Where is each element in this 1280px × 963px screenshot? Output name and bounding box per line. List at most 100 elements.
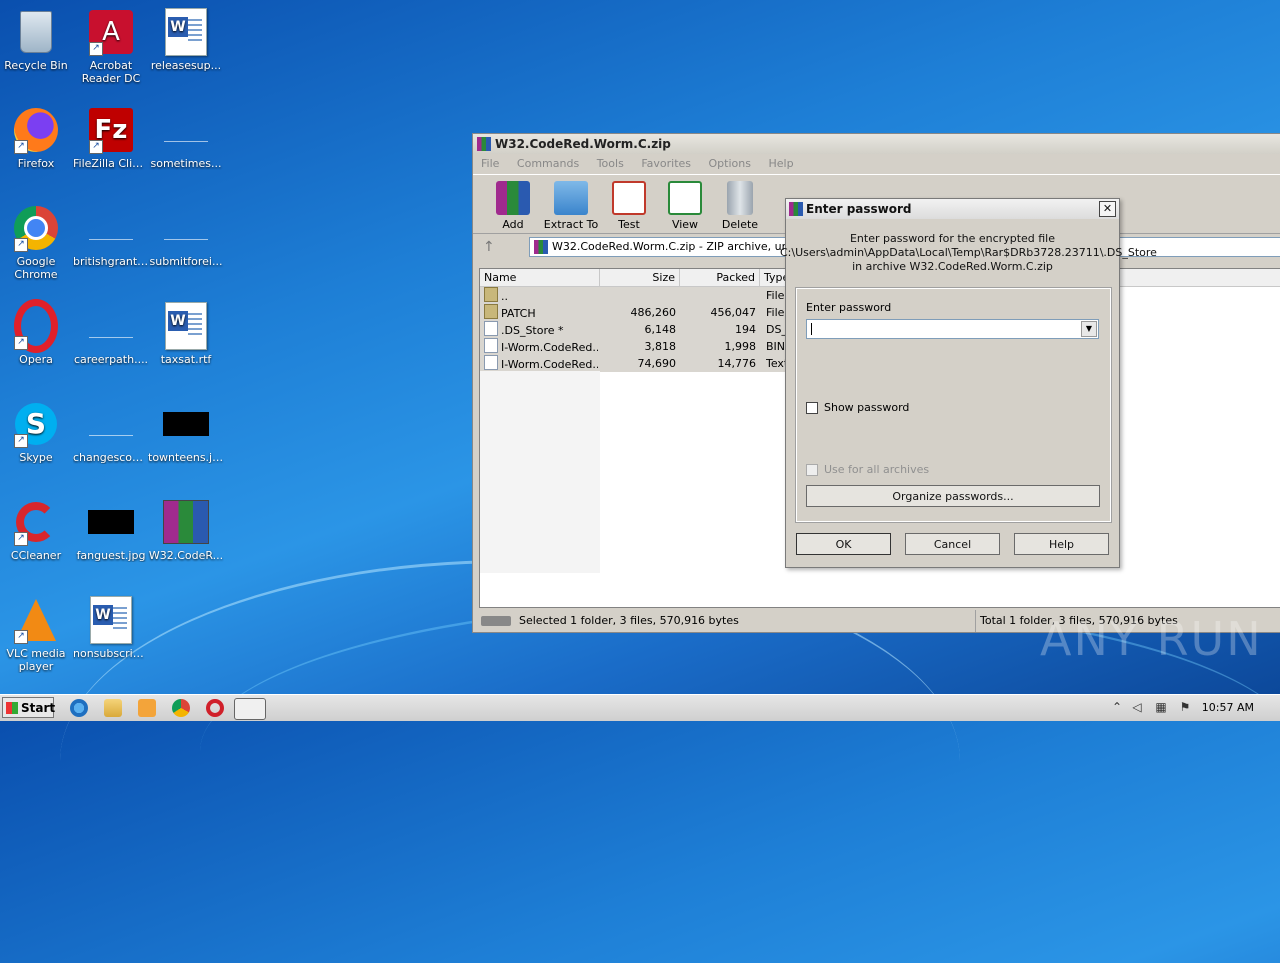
window-title: W32.CodeRed.Worm.C.zip <box>495 137 671 151</box>
opera-icon: ↗ <box>12 299 60 353</box>
organize-passwords-button[interactable]: Organize passwords... <box>806 485 1100 507</box>
desktop-icon-acrobat[interactable]: A ↗ Acrobat Reader DC <box>73 8 149 85</box>
table-row[interactable]: .DS_Store * 6,148 194 DS_Store File <box>480 321 802 338</box>
password-input[interactable]: ▼ <box>806 319 1099 339</box>
menu-file[interactable]: File <box>481 157 499 170</box>
desktop-icon-townteens[interactable]: townteens.jpg <box>148 400 224 464</box>
skype-icon: S ↗ <box>12 400 60 448</box>
folder-icon <box>484 304 498 319</box>
show-password-checkbox[interactable]: Show password <box>806 401 909 414</box>
zip-icon <box>534 240 548 254</box>
winrar-app-icon <box>477 137 491 151</box>
toolbar-test-button[interactable]: Test <box>599 181 659 231</box>
winrar-archive-icon <box>162 498 210 546</box>
table-row[interactable]: .. File folder <box>480 287 802 304</box>
col-size[interactable]: Size <box>600 269 680 286</box>
dialog-message: Enter password for the encrypted file C:… <box>780 232 1157 273</box>
dialog-titlebar[interactable]: Enter password ✕ <box>786 199 1119 219</box>
password-group: Enter password ▼ Show password Use for a… <box>795 287 1112 523</box>
word-doc-icon: W <box>162 302 210 350</box>
blank-file-icon <box>87 400 135 448</box>
enter-password-dialog[interactable]: Enter password ✕ Enter password for the … <box>780 198 1157 568</box>
menu-tools[interactable]: Tools <box>597 157 624 170</box>
desktop-icon-filezilla[interactable]: Fz ↗ FileZilla Client <box>73 106 149 170</box>
list-left-shade <box>480 371 600 573</box>
folder-icon <box>484 287 498 302</box>
start-button[interactable]: Start <box>2 697 55 718</box>
desktop-icon-vlc[interactable]: ↗ VLC media player <box>0 596 74 673</box>
desktop-icon-fanguest[interactable]: fanguest.jpg <box>73 498 149 562</box>
volume-icon[interactable]: ◁ <box>1130 700 1144 714</box>
desktop-icon-nonsubscrib[interactable]: W nonsubscrib... <box>73 596 149 660</box>
col-name[interactable]: Name <box>480 269 600 286</box>
file-icon <box>484 355 498 370</box>
help-button[interactable]: Help <box>1014 533 1109 555</box>
word-doc-icon: W <box>87 596 135 644</box>
firefox-icon: ↗ <box>12 106 60 154</box>
checkbox-box <box>806 463 818 476</box>
blank-file-icon <box>162 106 210 154</box>
desktop-icon-w32-codered[interactable]: W32.CodeR... <box>148 498 224 562</box>
menu-help[interactable]: Help <box>768 157 793 170</box>
status-selected: Selected 1 folder, 3 files, 570,916 byte… <box>519 614 739 627</box>
tray-expand-icon[interactable]: ⌃ <box>1110 700 1124 714</box>
media-player-icon[interactable] <box>138 699 156 717</box>
drive-icon <box>481 616 511 626</box>
vlc-icon: ↗ <box>12 596 60 644</box>
cancel-button[interactable]: Cancel <box>905 533 1000 555</box>
ok-button[interactable]: OK <box>796 533 891 555</box>
toolbar-add-button[interactable]: Add <box>483 181 543 231</box>
chevron-down-icon[interactable]: ▼ <box>1081 321 1097 337</box>
toolbar-extract-button[interactable]: Extract To <box>541 181 601 231</box>
password-label: Enter password <box>806 301 892 314</box>
desktop-icon-submitforei[interactable]: submitforei... <box>148 204 224 268</box>
opera-taskbar-icon[interactable] <box>206 699 224 717</box>
winrar-app-icon <box>789 202 803 216</box>
menu-commands[interactable]: Commands <box>517 157 579 170</box>
winrar-taskbar-icon[interactable] <box>234 698 266 720</box>
desktop-icon-britishgrant[interactable]: britishgrant.... <box>73 204 149 268</box>
taskbar: Start ⌃ ◁ ▦ ⚑ 10:57 AM <box>0 694 1280 721</box>
menu-favorites[interactable]: Favorites <box>641 157 691 170</box>
delete-trash-icon <box>727 181 753 215</box>
filezilla-icon: Fz ↗ <box>87 106 135 154</box>
image-file-icon <box>87 498 135 546</box>
table-row[interactable]: I-Worm.CodeRed... 3,818 1,998 BIN File <box>480 338 802 355</box>
close-icon[interactable]: ✕ <box>1099 201 1116 217</box>
dialog-title: Enter password <box>806 202 912 216</box>
desktop-icon-chrome[interactable]: ↗ Google Chrome <box>0 204 74 281</box>
desktop-icon-changescou[interactable]: changescou... <box>73 400 149 464</box>
desktop-icon-firefox[interactable]: ↗ Firefox <box>0 106 74 170</box>
explorer-icon[interactable] <box>104 699 122 717</box>
checkbox-box <box>806 401 818 414</box>
chrome-taskbar-icon[interactable] <box>172 699 190 717</box>
table-row[interactable]: PATCH 486,260 456,047 File folder <box>480 304 802 321</box>
ccleaner-icon: ↗ <box>12 498 60 546</box>
col-packed[interactable]: Packed <box>680 269 760 286</box>
flag-icon[interactable]: ⚑ <box>1178 700 1192 714</box>
menu-options[interactable]: Options <box>709 157 751 170</box>
toolbar-view-button[interactable]: View <box>655 181 715 231</box>
taskbar-clock[interactable]: 10:57 AM <box>1202 695 1254 720</box>
toolbar-delete-button[interactable]: Delete <box>710 181 770 231</box>
desktop-icon-skype[interactable]: S ↗ Skype <box>0 400 74 464</box>
blank-file-icon <box>162 204 210 252</box>
window-titlebar[interactable]: W32.CodeRed.Worm.C.zip <box>473 134 1280 154</box>
view-book-icon <box>668 181 702 215</box>
desktop-icon-releasesup[interactable]: W releasesup... <box>148 8 224 72</box>
ie-icon[interactable] <box>70 699 88 717</box>
up-arrow-icon[interactable]: ↑ <box>483 239 495 255</box>
file-icon <box>484 338 498 353</box>
desktop-icon-opera[interactable]: ↗ Opera <box>0 299 74 366</box>
desktop-icon-ccleaner[interactable]: ↗ CCleaner <box>0 498 74 562</box>
blank-file-icon <box>87 302 135 350</box>
desktop-icon-recycle-bin[interactable]: Recycle Bin <box>0 8 74 72</box>
table-row[interactable]: I-Worm.CodeRed... 74,690 14,776 Text Doc… <box>480 355 802 372</box>
desktop-icon-sometimes[interactable]: sometimes... <box>148 106 224 170</box>
desktop-icon-taxsat[interactable]: W taxsat.rtf <box>148 302 224 366</box>
network-icon[interactable]: ▦ <box>1154 700 1168 714</box>
add-archive-icon <box>496 181 530 215</box>
windows-flag-icon <box>6 702 18 714</box>
file-icon <box>484 321 498 336</box>
desktop-icon-careerpath[interactable]: careerpath.... <box>73 302 149 366</box>
